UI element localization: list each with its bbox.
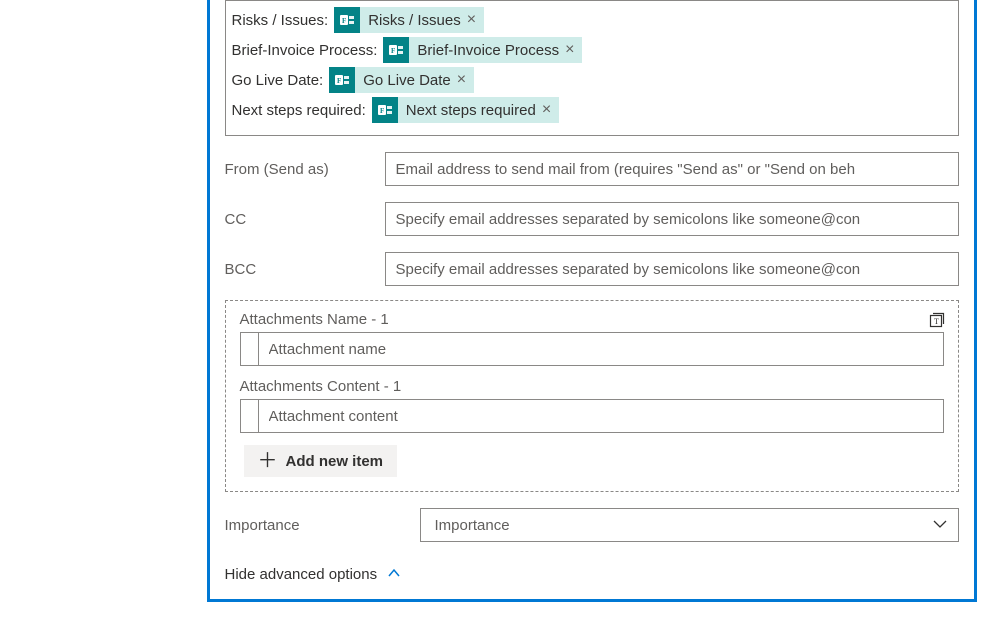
close-icon[interactable]: × <box>542 101 551 119</box>
attachments-name-input-wrap <box>240 332 944 366</box>
token-badge[interactable]: F Brief-Invoice Process × <box>383 37 582 63</box>
token-label: Risks / Issues: <box>232 12 329 29</box>
attachments-name-title: Attachments Name - 1 <box>240 311 944 328</box>
token-picker-handle[interactable] <box>241 400 259 432</box>
forms-icon: F <box>329 67 355 93</box>
body-token-container: Risks / Issues: F Risks / Issues × Brief… <box>225 0 959 136</box>
token-picker-handle[interactable] <box>241 333 259 365</box>
token-badge[interactable]: F Risks / Issues × <box>334 7 484 33</box>
token-row: Brief-Invoice Process: F Brief-Invoice P… <box>232 37 952 63</box>
attachments-group: T Attachments Name - 1 Attachments Conte… <box>225 300 959 492</box>
token-row: Next steps required: F Next steps requir… <box>232 97 952 123</box>
add-new-item-label: Add new item <box>286 453 384 470</box>
token-text: Go Live Date <box>363 72 451 89</box>
importance-select[interactable]: Importance <box>420 508 959 542</box>
importance-label: Importance <box>225 517 420 534</box>
svg-text:T: T <box>934 317 939 326</box>
svg-text:F: F <box>337 77 341 85</box>
forms-icon: F <box>372 97 398 123</box>
action-card: Risks / Issues: F Risks / Issues × Brief… <box>207 0 977 602</box>
bcc-input[interactable] <box>385 252 959 286</box>
hide-advanced-options-link[interactable]: Hide advanced options <box>210 546 417 589</box>
token-row: Risks / Issues: F Risks / Issues × <box>232 7 952 33</box>
from-label: From (Send as) <box>225 161 385 178</box>
plus-icon: ＋ <box>258 451 278 471</box>
close-icon[interactable]: × <box>467 11 476 29</box>
token-badge[interactable]: F Next steps required × <box>372 97 559 123</box>
token-label: Brief-Invoice Process: <box>232 42 378 59</box>
attachments-name-input[interactable] <box>259 333 943 365</box>
hide-advanced-label: Hide advanced options <box>225 566 378 583</box>
svg-text:F: F <box>391 47 395 55</box>
importance-placeholder: Importance <box>435 517 510 534</box>
forms-icon: F <box>334 7 360 33</box>
token-text: Brief-Invoice Process <box>417 42 559 59</box>
chevron-up-icon <box>387 566 401 583</box>
token-badge[interactable]: F Go Live Date × <box>329 67 474 93</box>
svg-text:F: F <box>342 17 346 25</box>
forms-icon: F <box>383 37 409 63</box>
attachments-content-title: Attachments Content - 1 <box>240 378 944 395</box>
token-text: Risks / Issues <box>368 12 461 29</box>
add-new-item-button[interactable]: ＋ Add new item <box>244 445 398 477</box>
switch-array-mode-icon[interactable]: T <box>926 309 948 331</box>
token-label: Go Live Date: <box>232 72 324 89</box>
bcc-row: BCC <box>210 244 974 294</box>
token-text: Next steps required <box>406 102 536 119</box>
token-label: Next steps required: <box>232 102 366 119</box>
close-icon[interactable]: × <box>565 41 574 59</box>
cc-input[interactable] <box>385 202 959 236</box>
cc-row: CC <box>210 194 974 244</box>
svg-text:F: F <box>380 107 384 115</box>
cc-label: CC <box>225 211 385 228</box>
close-icon[interactable]: × <box>457 71 466 89</box>
attachments-content-input[interactable] <box>259 400 943 432</box>
from-row: From (Send as) <box>210 144 974 194</box>
importance-row: Importance Importance <box>210 498 974 546</box>
chevron-down-icon <box>932 516 948 535</box>
from-input[interactable] <box>385 152 959 186</box>
attachments-content-input-wrap <box>240 399 944 433</box>
bcc-label: BCC <box>225 261 385 278</box>
token-row: Go Live Date: F Go Live Date × <box>232 67 952 93</box>
